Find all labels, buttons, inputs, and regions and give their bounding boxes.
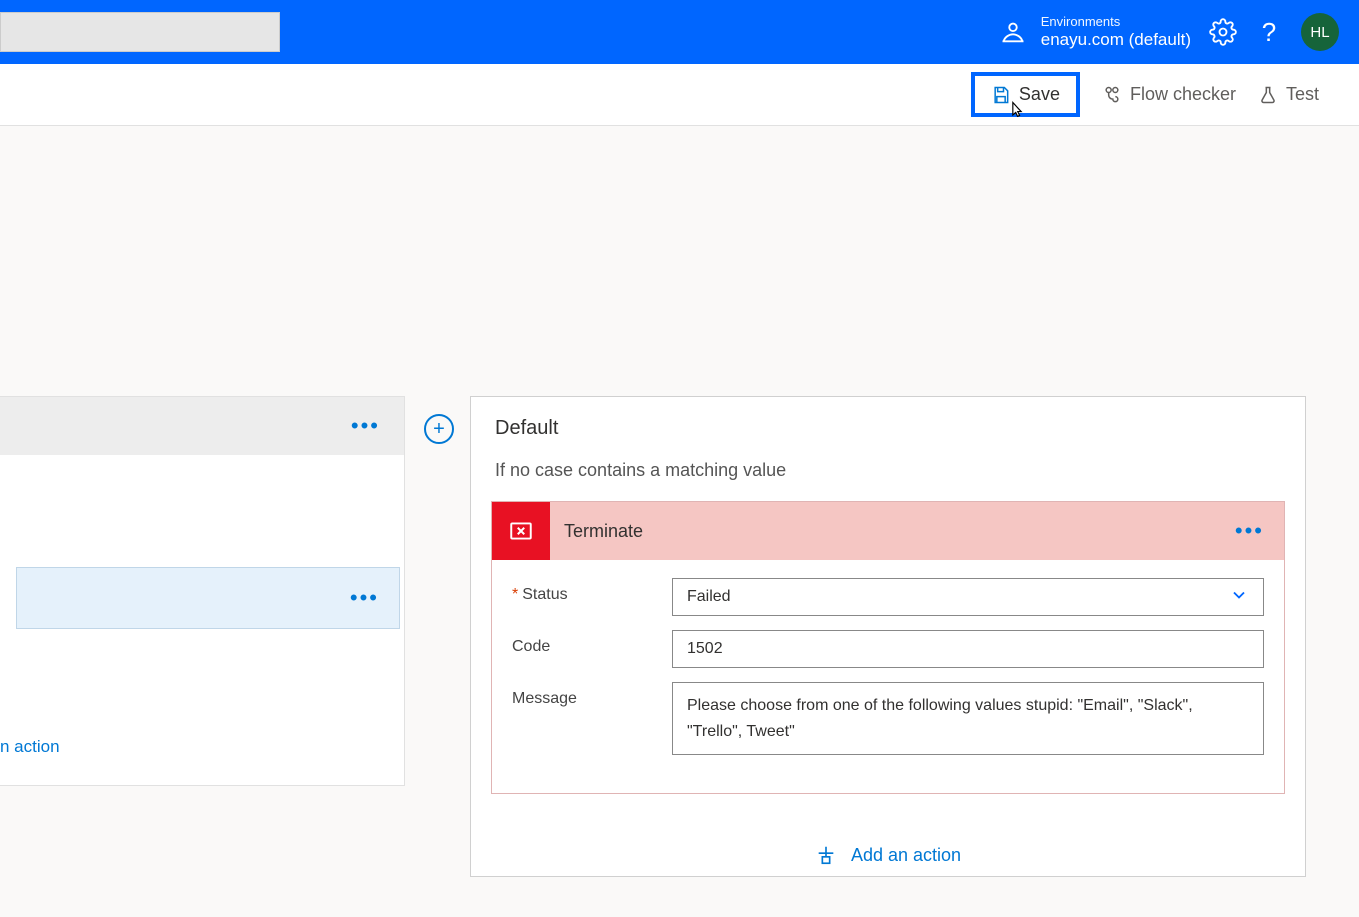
- code-label: Code: [512, 630, 672, 656]
- chevron-down-icon: [1229, 585, 1249, 610]
- code-value: 1502: [687, 640, 723, 658]
- avatar[interactable]: HL: [1301, 13, 1339, 51]
- status-label: *Status: [512, 578, 672, 604]
- search-input[interactable]: [0, 12, 280, 52]
- top-bar: Environments enayu.com (default) ? HL: [0, 0, 1359, 64]
- flow-canvas: ••• ••• n action + Default If no case co…: [0, 126, 1359, 917]
- environments-label: Environments: [1041, 14, 1191, 30]
- save-button[interactable]: Save: [971, 72, 1080, 117]
- add-action-icon: [815, 844, 837, 866]
- message-value: Please choose from one of the following …: [687, 693, 1249, 744]
- case-action[interactable]: •••: [16, 567, 400, 629]
- case-card: ••• ••• n action: [0, 396, 405, 786]
- cursor-icon: [1007, 100, 1027, 120]
- more-icon[interactable]: •••: [351, 413, 380, 439]
- add-action-link[interactable]: n action: [0, 737, 60, 757]
- more-icon[interactable]: •••: [1235, 518, 1264, 544]
- terminate-action: Terminate ••• *Status Failed Code: [491, 501, 1285, 794]
- flow-checker-button[interactable]: Flow checker: [1102, 84, 1236, 105]
- default-case-subtitle: If no case contains a matching value: [471, 448, 1305, 501]
- flow-checker-label: Flow checker: [1130, 84, 1236, 105]
- command-bar: Save Flow checker Test: [0, 64, 1359, 126]
- message-input[interactable]: Please choose from one of the following …: [672, 682, 1264, 755]
- default-case-title: Default: [471, 397, 1305, 448]
- status-select[interactable]: Failed: [672, 578, 1264, 616]
- code-input[interactable]: 1502: [672, 630, 1264, 668]
- test-label: Test: [1286, 84, 1319, 105]
- environment-icon: [999, 18, 1027, 46]
- add-action-button[interactable]: Add an action: [471, 794, 1305, 876]
- terminate-header[interactable]: Terminate •••: [492, 502, 1284, 560]
- default-case-card: Default If no case contains a matching v…: [470, 396, 1306, 877]
- environment-name: enayu.com (default): [1041, 30, 1191, 50]
- terminate-title: Terminate: [564, 521, 1221, 542]
- test-button[interactable]: Test: [1258, 84, 1319, 105]
- case-header[interactable]: •••: [0, 397, 404, 455]
- add-action-label: Add an action: [851, 845, 961, 866]
- terminate-icon: [492, 502, 550, 560]
- help-icon[interactable]: ?: [1255, 18, 1283, 46]
- more-icon[interactable]: •••: [350, 585, 379, 611]
- message-label: Message: [512, 682, 672, 708]
- environment-selector[interactable]: Environments enayu.com (default): [999, 14, 1191, 50]
- settings-icon[interactable]: [1209, 18, 1237, 46]
- add-case-button[interactable]: +: [424, 414, 454, 444]
- status-value: Failed: [687, 588, 731, 606]
